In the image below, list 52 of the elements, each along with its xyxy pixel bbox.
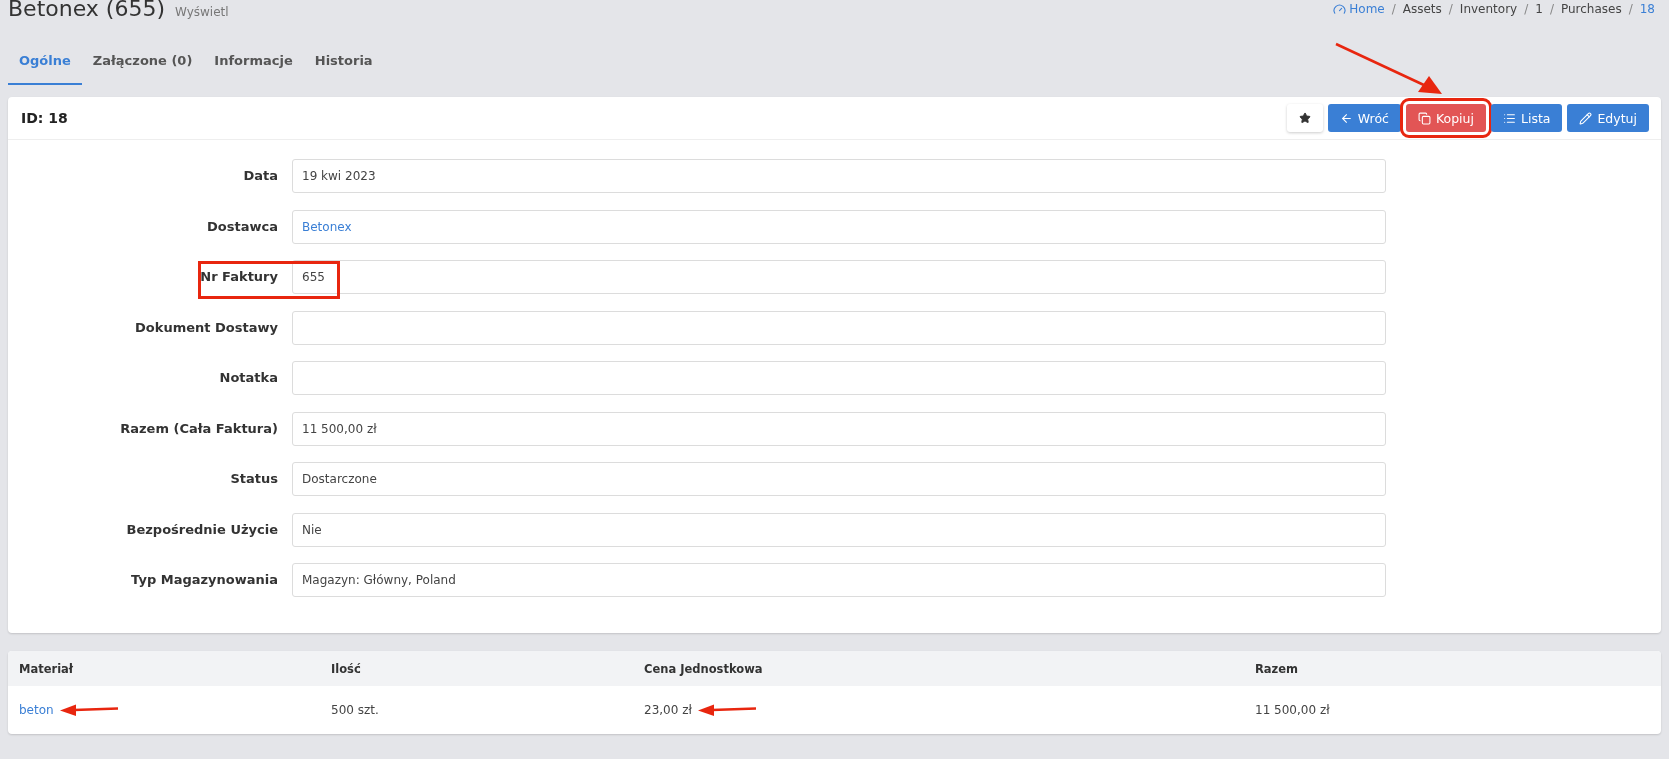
field-value: 655 — [292, 260, 1386, 294]
field-value: 19 kwi 2023 — [292, 159, 1386, 193]
field-label: Data — [242, 167, 278, 183]
breadcrumb-link[interactable]: Assets — [1402, 2, 1442, 16]
material-link[interactable]: beton — [19, 703, 54, 717]
field-value: 11 500,00 zł — [292, 411, 1386, 446]
list-button[interactable]: Lista — [1490, 104, 1563, 132]
breadcrumb-link[interactable]: 18 — [1639, 2, 1655, 16]
field-label: Bezpośrednie Użycie — [125, 520, 278, 537]
table-cell: 11 500,00 zł — [1255, 703, 1330, 717]
breadcrumb-separator: / — [1524, 2, 1529, 16]
field-label: Nr Faktury — [199, 268, 278, 284]
back-button[interactable]: Wróć — [1327, 104, 1401, 132]
field-label: Razem (Cała Faktura) — [119, 419, 278, 436]
field-label: Status — [229, 470, 278, 486]
breadcrumb-link[interactable]: Home — [1333, 2, 1385, 16]
copy-icon — [1417, 111, 1431, 125]
field-label: Typ Magazynowania — [130, 571, 278, 587]
field-label: Dostawca — [206, 217, 278, 234]
field-value: Dostarczone — [292, 462, 1386, 496]
star-icon — [1298, 112, 1311, 124]
page-title: Betonex (655) — [8, 0, 165, 21]
column-header: Materiał — [8, 651, 320, 686]
breadcrumb-link[interactable]: Purchases — [1560, 2, 1622, 16]
breadcrumb-separator: / — [1391, 2, 1396, 16]
table-cell: 23,00 zł — [644, 703, 692, 717]
column-header: Ilość — [320, 651, 633, 686]
breadcrumb-separator: / — [1448, 2, 1453, 16]
page-subtitle: Wyświetl — [175, 5, 229, 19]
breadcrumb-separator: / — [1549, 2, 1554, 16]
record-heading: ID: 18 — [21, 110, 68, 126]
field-value: Magazyn: Główny, Poland — [292, 563, 1386, 597]
table-cell: 500 szt. — [331, 703, 379, 717]
tab[interactable]: Załączone (0) — [81, 42, 204, 85]
tab[interactable]: Informacje — [203, 42, 304, 85]
breadcrumb-link[interactable]: 1 — [1535, 2, 1543, 16]
breadcrumb-separator: / — [1628, 2, 1633, 16]
field-value: Nie — [292, 512, 1386, 547]
pencil-icon — [1579, 111, 1593, 125]
column-header: Cena Jednostkowa — [633, 651, 1244, 686]
tab[interactable]: Historia — [303, 42, 384, 85]
list-icon — [1502, 111, 1516, 125]
field-value: Betonex — [292, 209, 1386, 244]
column-header: Razem — [1244, 651, 1661, 686]
breadcrumb-link[interactable]: Inventory — [1459, 2, 1518, 16]
favorite-button[interactable] — [1286, 104, 1323, 132]
arrow-left-icon — [1339, 111, 1353, 125]
dashboard-icon — [1333, 2, 1347, 16]
field-label: Dokument Dostawy — [134, 318, 278, 335]
tab[interactable]: Ogólne — [8, 42, 82, 85]
edit-button[interactable]: Edytuj — [1567, 104, 1649, 132]
field-label: Notatka — [218, 369, 278, 385]
